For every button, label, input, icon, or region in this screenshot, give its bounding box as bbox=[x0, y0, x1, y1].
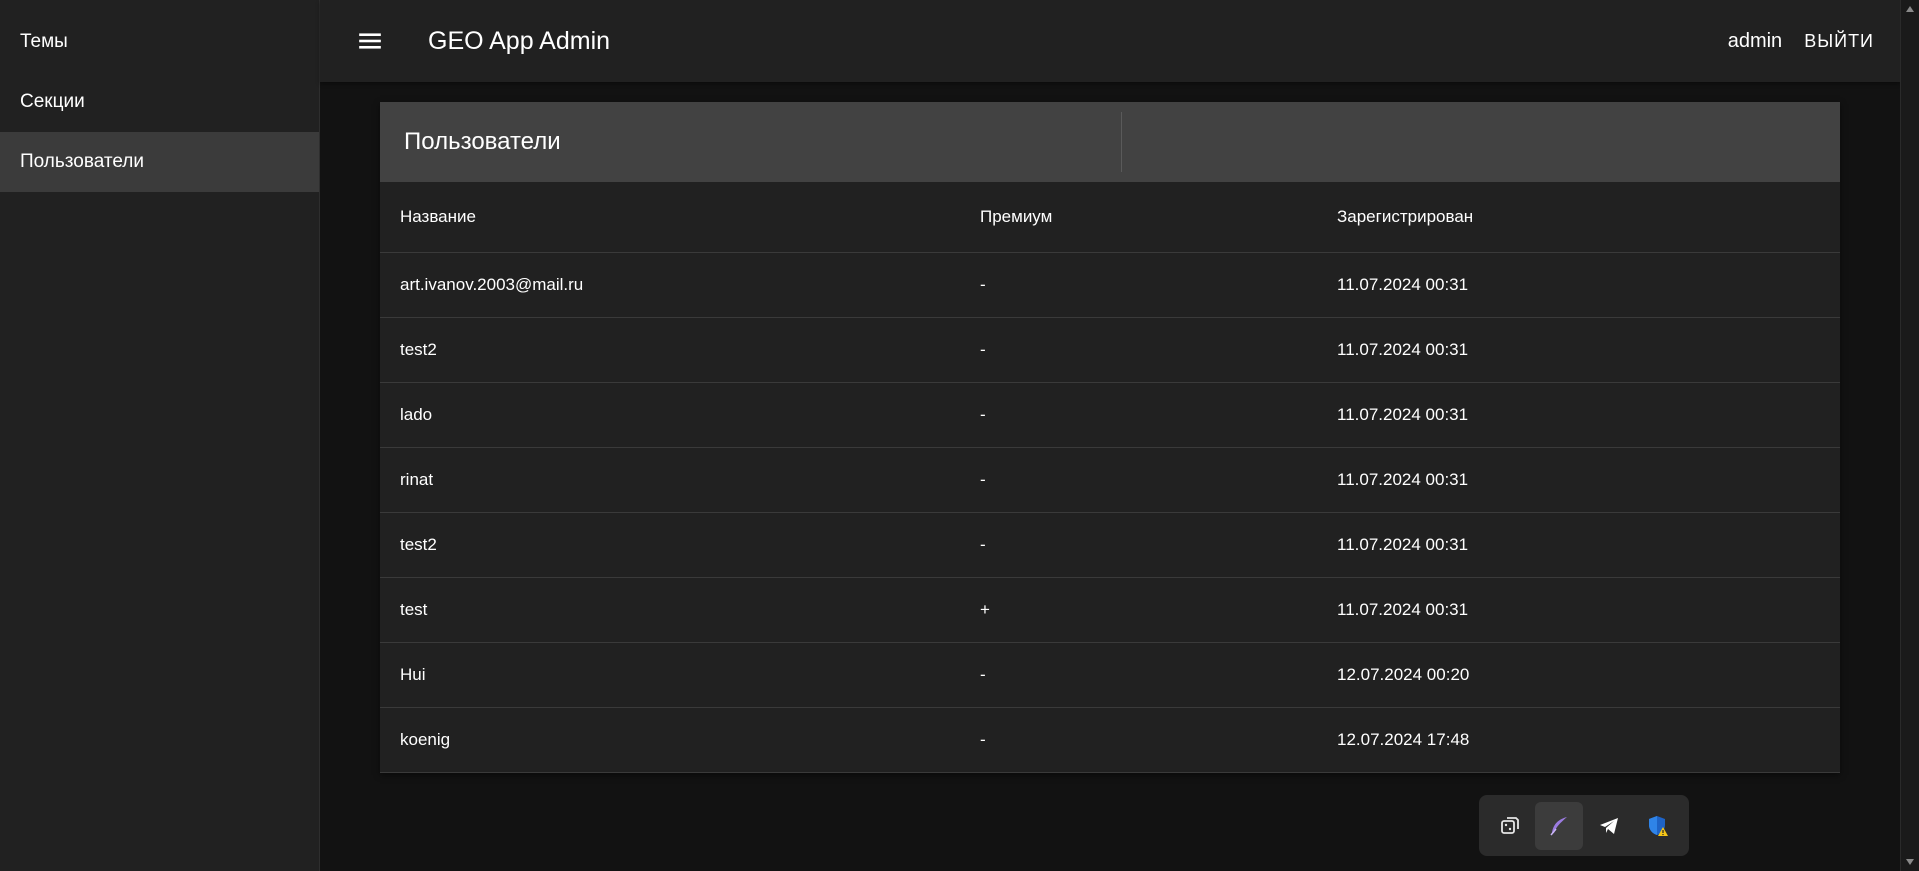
cell-name: Hui bbox=[380, 642, 960, 708]
appbar-right: admin ВЫЙТИ bbox=[1728, 30, 1874, 53]
header-divider bbox=[1121, 112, 1122, 172]
cell-name: test2 bbox=[380, 317, 960, 383]
cell-name: lado bbox=[380, 382, 960, 448]
cell-registered: 11.07.2024 00:31 bbox=[1317, 512, 1840, 578]
cell-registered: 11.07.2024 00:31 bbox=[1317, 252, 1840, 318]
extension-button-feather[interactable] bbox=[1535, 801, 1584, 850]
table-row[interactable]: test2 - 11.07.2024 00:31 bbox=[380, 317, 1840, 383]
table-row[interactable]: test + 11.07.2024 00:31 bbox=[380, 577, 1840, 643]
sidebar-item-label: Пользователи bbox=[20, 151, 145, 172]
sidebar-item-label: Темы bbox=[20, 31, 68, 52]
sidebar-item-topics[interactable]: Темы bbox=[0, 12, 319, 72]
app-bar: GEO App Admin admin ВЫЙТИ bbox=[320, 0, 1900, 82]
shield-warning-icon bbox=[1649, 815, 1669, 836]
cell-premium: - bbox=[960, 512, 1317, 578]
extension-button-dice[interactable] bbox=[1486, 802, 1534, 850]
scroll-up-icon[interactable] bbox=[1906, 6, 1914, 12]
table-row[interactable]: Hui - 12.07.2024 00:20 bbox=[380, 642, 1840, 708]
cell-premium: - bbox=[960, 317, 1317, 383]
column-header-registered[interactable]: Зарегистрирован bbox=[1317, 182, 1840, 253]
paper-plane-icon bbox=[1599, 817, 1618, 834]
cell-premium: - bbox=[960, 252, 1317, 318]
scroll-down-icon[interactable] bbox=[1906, 859, 1914, 865]
cell-registered: 11.07.2024 00:31 bbox=[1317, 382, 1840, 448]
cell-registered: 11.07.2024 00:31 bbox=[1317, 447, 1840, 513]
cell-registered: 11.07.2024 00:31 bbox=[1317, 317, 1840, 383]
cell-premium: - bbox=[960, 707, 1317, 773]
card-title: Пользователи bbox=[404, 128, 561, 155]
table-row[interactable]: koenig - 12.07.2024 17:48 bbox=[380, 707, 1840, 773]
cell-name: rinat bbox=[380, 447, 960, 513]
cell-name: art.ivanov.2003@mail.ru bbox=[380, 252, 960, 318]
cell-name: koenig bbox=[380, 707, 960, 773]
logout-button[interactable]: ВЫЙТИ bbox=[1804, 31, 1874, 52]
card-header: Пользователи bbox=[380, 102, 1840, 182]
hamburger-menu-icon bbox=[359, 33, 381, 49]
menu-button[interactable] bbox=[338, 9, 402, 73]
users-table: Название Премиум Зарегистрирован art.iva… bbox=[380, 182, 1840, 773]
table-row[interactable]: test2 - 11.07.2024 00:31 bbox=[380, 512, 1840, 578]
extension-button-telegram[interactable] bbox=[1585, 802, 1633, 850]
feather-icon bbox=[1550, 816, 1568, 835]
cell-premium: - bbox=[960, 447, 1317, 513]
table-header-row: Название Премиум Зарегистрирован bbox=[380, 182, 1840, 253]
dice-icon bbox=[1500, 816, 1519, 834]
extension-toolbar bbox=[1479, 795, 1689, 856]
cell-premium: - bbox=[960, 642, 1317, 708]
column-header-name[interactable]: Название bbox=[380, 182, 960, 253]
cell-registered: 12.07.2024 17:48 bbox=[1317, 707, 1840, 773]
cell-premium: - bbox=[960, 382, 1317, 448]
table-row[interactable]: lado - 11.07.2024 00:31 bbox=[380, 382, 1840, 448]
users-card: Пользователи Название Премиум Зарегистри… bbox=[380, 102, 1840, 773]
table-row[interactable]: rinat - 11.07.2024 00:31 bbox=[380, 447, 1840, 513]
cell-registered: 11.07.2024 00:31 bbox=[1317, 577, 1840, 643]
column-header-premium[interactable]: Премиум bbox=[960, 182, 1317, 253]
sidebar-item-label: Секции bbox=[20, 91, 85, 112]
cell-premium: + bbox=[960, 577, 1317, 643]
app-title: GEO App Admin bbox=[428, 26, 611, 55]
username: admin bbox=[1727, 29, 1783, 52]
sidebar: Темы Секции Пользователи bbox=[0, 0, 320, 871]
table-row[interactable]: art.ivanov.2003@mail.ru - 11.07.2024 00:… bbox=[380, 252, 1840, 318]
cell-name: test bbox=[380, 577, 960, 643]
cell-name: test2 bbox=[380, 512, 960, 578]
page-scrollbar[interactable] bbox=[1900, 0, 1919, 871]
extension-button-shield[interactable] bbox=[1634, 802, 1682, 850]
sidebar-item-sections[interactable]: Секции bbox=[0, 72, 319, 132]
sidebar-item-users[interactable]: Пользователи bbox=[0, 132, 319, 192]
cell-registered: 12.07.2024 00:20 bbox=[1317, 642, 1840, 708]
